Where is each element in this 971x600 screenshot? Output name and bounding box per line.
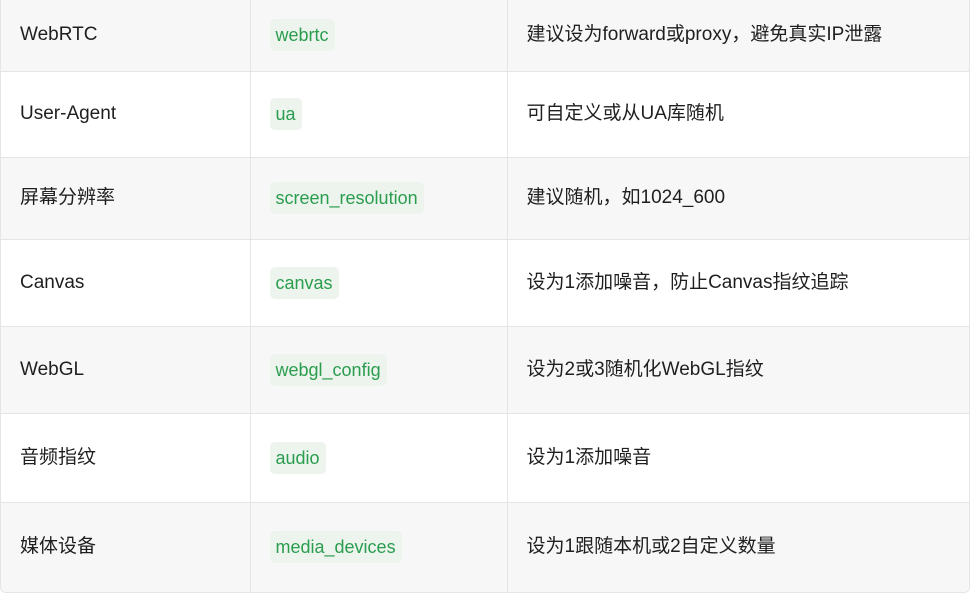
param-code: audio — [269, 441, 326, 474]
table-row: 媒体设备 media_devices 设为1跟随本机或2自定义数量 — [1, 502, 969, 592]
table-row: WebRTC webrtc 建议设为forward或proxy，避免真实IP泄露 — [1, 0, 969, 71]
table-row: User-Agent ua 可自定义或从UA库随机 — [1, 71, 969, 157]
setting-name: 屏幕分辨率 — [1, 157, 251, 239]
table-row: 音频指纹 audio 设为1添加噪音 — [1, 413, 969, 502]
param-code: webrtc — [269, 19, 335, 52]
param-code: webgl_config — [269, 353, 387, 386]
setting-name: Canvas — [1, 239, 251, 326]
setting-name: 媒体设备 — [1, 502, 251, 592]
settings-table: WebRTC webrtc 建议设为forward或proxy，避免真实IP泄露… — [1, 0, 969, 592]
setting-note: 可自定义或从UA库随机 — [507, 71, 969, 157]
setting-name: WebRTC — [1, 0, 251, 71]
table-row: 屏幕分辨率 screen_resolution 建议随机，如1024_600 — [1, 157, 969, 239]
setting-name: 音频指纹 — [1, 413, 251, 502]
setting-note: 建议设为forward或proxy，避免真实IP泄露 — [507, 0, 969, 71]
setting-note: 设为1添加噪音，防止Canvas指纹追踪 — [507, 239, 969, 326]
setting-name: User-Agent — [1, 71, 251, 157]
param-code: media_devices — [269, 531, 402, 564]
setting-note: 设为1跟随本机或2自定义数量 — [507, 502, 969, 592]
param-code: canvas — [269, 266, 339, 299]
setting-name: WebGL — [1, 326, 251, 413]
param-code: screen_resolution — [269, 182, 424, 214]
fingerprint-settings-table: WebRTC webrtc 建议设为forward或proxy，避免真实IP泄露… — [0, 0, 970, 593]
table-row: WebGL webgl_config 设为2或3随机化WebGL指纹 — [1, 326, 969, 413]
setting-note: 设为1添加噪音 — [507, 413, 969, 502]
setting-note: 设为2或3随机化WebGL指纹 — [507, 326, 969, 413]
setting-note: 建议随机，如1024_600 — [507, 157, 969, 239]
param-code: ua — [269, 98, 302, 130]
table-row: Canvas canvas 设为1添加噪音，防止Canvas指纹追踪 — [1, 239, 969, 326]
